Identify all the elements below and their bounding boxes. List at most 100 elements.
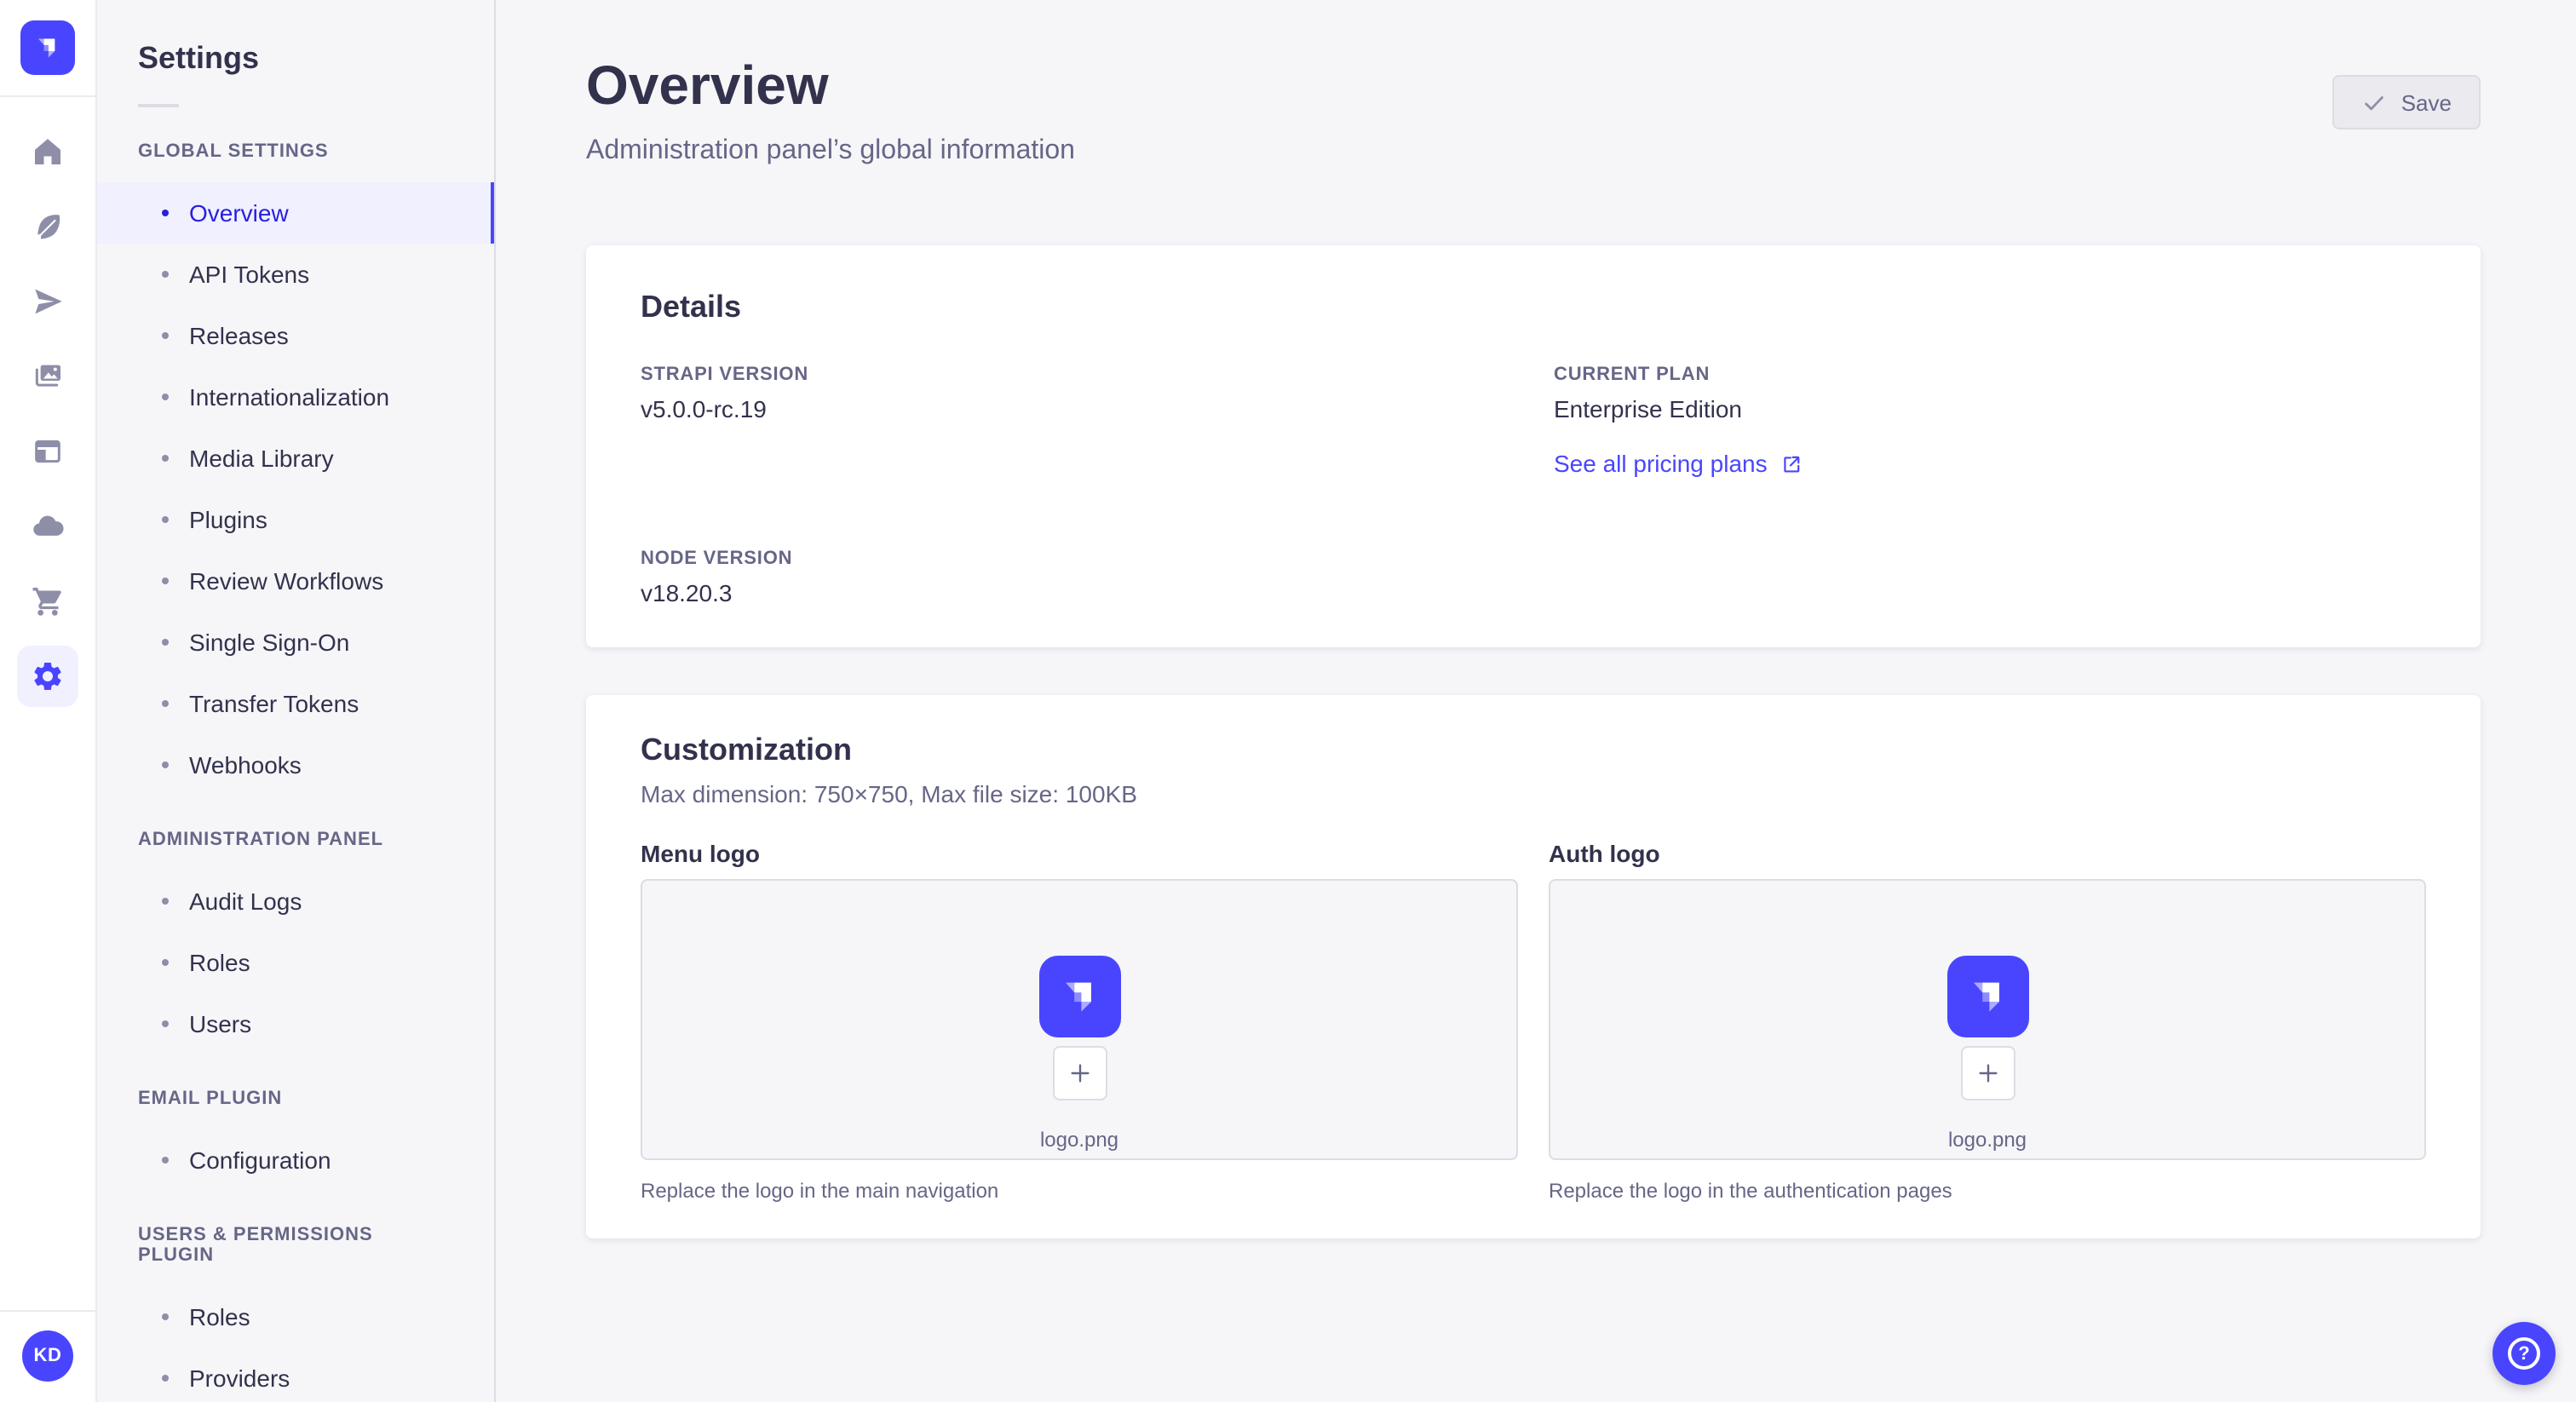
details-card: Details STRAPI VERSION v5.0.0-rc.19 CURR… bbox=[586, 245, 2481, 647]
settings-subnav-header: Settings bbox=[97, 0, 494, 107]
bullet-icon bbox=[162, 332, 169, 339]
sidebar-item-email-configuration[interactable]: Configuration bbox=[97, 1129, 494, 1191]
media-library-icon bbox=[35, 365, 60, 387]
auth-logo-preview bbox=[1946, 956, 2028, 1037]
home-icon bbox=[35, 139, 60, 164]
user-avatar[interactable]: KD bbox=[22, 1330, 73, 1382]
main-nav-footer: KD bbox=[0, 1310, 95, 1402]
auth-logo-upload: Auth logo logo.png Replace the logo in t… bbox=[1549, 838, 2426, 1204]
field-label: CURRENT PLAN bbox=[1554, 365, 1711, 385]
sidebar-item-webhooks[interactable]: Webhooks bbox=[97, 734, 494, 796]
bullet-icon bbox=[162, 959, 169, 966]
help-button[interactable]: ? bbox=[2493, 1322, 2556, 1385]
sidebar-item-api-tokens[interactable]: API Tokens bbox=[97, 244, 494, 305]
nav-content-manager[interactable] bbox=[17, 196, 78, 257]
sidebar-item-label: Audit Logs bbox=[189, 888, 302, 915]
main-nav-icons bbox=[17, 97, 78, 714]
sidebar-item-internationalization[interactable]: Internationalization bbox=[97, 366, 494, 428]
nav-marketplace[interactable] bbox=[17, 571, 78, 632]
sidebar-item-label: Transfer Tokens bbox=[189, 690, 359, 717]
layout-icon bbox=[35, 440, 60, 463]
sidebar-item-plugins[interactable]: Plugins bbox=[97, 489, 494, 550]
menu-logo-filename: logo.png bbox=[1039, 1128, 1119, 1152]
menu-logo-dropzone[interactable]: logo.png bbox=[641, 879, 1518, 1160]
sidebar-item-up-roles[interactable]: Roles bbox=[97, 1286, 494, 1347]
sidebar-item-label: Providers bbox=[189, 1365, 290, 1392]
sidebar-item-overview[interactable]: Overview bbox=[97, 182, 494, 244]
gear-icon bbox=[34, 662, 61, 690]
bullet-icon bbox=[162, 639, 169, 646]
sidebar-item-label: Internationalization bbox=[189, 383, 390, 411]
customization-card-subtitle: Max dimension: 750×750, Max file size: 1… bbox=[641, 780, 1137, 807]
bullet-icon bbox=[162, 516, 169, 523]
question-mark-icon: ? bbox=[2508, 1337, 2540, 1370]
sidebar-item-label: Media Library bbox=[189, 445, 334, 472]
strapi-logo-icon bbox=[38, 38, 55, 58]
strapi-admin-app: KD Settings GLOBAL SETTINGS Overview API… bbox=[0, 0, 2576, 1402]
customization-card-title: Customization bbox=[641, 733, 852, 767]
sidebar-item-label: Users bbox=[189, 1010, 252, 1037]
field-value: v18.20.3 bbox=[641, 579, 733, 606]
sidebar-item-transfer-tokens[interactable]: Transfer Tokens bbox=[97, 673, 494, 734]
sidebar-item-label: Roles bbox=[189, 1303, 250, 1330]
menu-logo-label: Menu logo bbox=[641, 840, 760, 867]
check-icon bbox=[2365, 95, 2384, 110]
sidebar-item-admin-users[interactable]: Users bbox=[97, 993, 494, 1054]
sidebar-item-label: Releases bbox=[189, 322, 289, 349]
empty-cell bbox=[1554, 549, 2426, 606]
sidebar-item-audit-logs[interactable]: Audit Logs bbox=[97, 871, 494, 932]
sidebar-item-media-library[interactable]: Media Library bbox=[97, 428, 494, 489]
pricing-plans-link[interactable]: See all pricing plans bbox=[1554, 450, 1803, 477]
main-nav-rail: KD bbox=[0, 0, 97, 1402]
email-plugin-list: Configuration bbox=[97, 1129, 494, 1191]
nav-cloud[interactable] bbox=[17, 496, 78, 557]
sidebar-item-label: Webhooks bbox=[189, 751, 302, 779]
subnav-divider bbox=[138, 104, 179, 107]
strapi-version-field: STRAPI VERSION v5.0.0-rc.19 bbox=[641, 365, 1513, 480]
page-header: Overview Administration panel’s global i… bbox=[586, 0, 2481, 170]
nav-settings[interactable] bbox=[17, 646, 78, 707]
settings-subnav: Settings GLOBAL SETTINGS Overview API To… bbox=[97, 0, 496, 1402]
nav-media-library[interactable] bbox=[17, 346, 78, 407]
nav-content-type-builder[interactable] bbox=[17, 271, 78, 332]
global-settings-list: Overview API Tokens Releases Internation… bbox=[97, 182, 494, 796]
plus-icon bbox=[1978, 1064, 1997, 1083]
bullet-icon bbox=[162, 577, 169, 584]
strapi-logo[interactable] bbox=[20, 20, 75, 75]
sidebar-item-label: Plugins bbox=[189, 506, 267, 533]
sidebar-item-admin-roles[interactable]: Roles bbox=[97, 932, 494, 993]
bullet-icon bbox=[162, 700, 169, 707]
node-version-field: NODE VERSION v18.20.3 bbox=[641, 549, 1513, 606]
customization-card: Customization Max dimension: 750×750, Ma… bbox=[586, 695, 2481, 1238]
page-header-text: Overview Administration panel’s global i… bbox=[586, 51, 1075, 170]
plus-icon bbox=[1070, 1064, 1089, 1083]
bullet-icon bbox=[162, 898, 169, 905]
add-auth-logo-button[interactable] bbox=[1960, 1046, 2015, 1100]
add-menu-logo-button[interactable] bbox=[1052, 1046, 1107, 1100]
sidebar-item-up-providers[interactable]: Providers bbox=[97, 1347, 494, 1402]
bullet-icon bbox=[162, 394, 169, 400]
page-subtitle: Administration panel’s global informatio… bbox=[586, 136, 1075, 165]
sidebar-item-label: Review Workflows bbox=[189, 567, 384, 595]
sidebar-item-releases[interactable]: Releases bbox=[97, 305, 494, 366]
sidebar-item-single-sign-on[interactable]: Single Sign-On bbox=[97, 612, 494, 673]
sidebar-item-label: Roles bbox=[189, 949, 250, 976]
bullet-icon bbox=[162, 1375, 169, 1382]
nav-layout[interactable] bbox=[17, 421, 78, 482]
save-button[interactable]: Save bbox=[2332, 75, 2481, 129]
field-label: NODE VERSION bbox=[641, 549, 793, 569]
sidebar-item-label: Configuration bbox=[189, 1146, 331, 1174]
strapi-logo-icon bbox=[1973, 982, 1998, 1012]
section-label-global-settings: GLOBAL SETTINGS bbox=[138, 141, 329, 162]
menu-logo-upload: Menu logo logo.png Replace the logo in t… bbox=[641, 838, 1518, 1204]
current-plan-field: CURRENT PLAN Enterprise Edition See all … bbox=[1554, 365, 2426, 480]
strapi-logo-icon bbox=[1065, 982, 1090, 1012]
users-permissions-list: Roles Providers bbox=[97, 1286, 494, 1402]
page-title: Overview bbox=[586, 55, 829, 116]
sidebar-item-review-workflows[interactable]: Review Workflows bbox=[97, 550, 494, 612]
nav-home[interactable] bbox=[17, 121, 78, 182]
external-link-icon bbox=[1784, 455, 1800, 472]
cloud-icon bbox=[33, 515, 64, 536]
bullet-icon bbox=[162, 1157, 169, 1164]
auth-logo-dropzone[interactable]: logo.png bbox=[1549, 879, 2426, 1160]
